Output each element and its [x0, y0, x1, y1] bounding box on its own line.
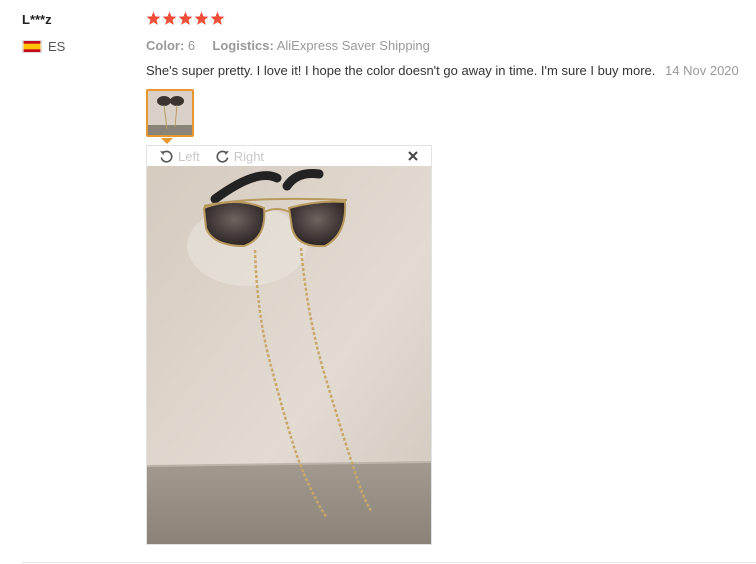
- thumbnail-image: [148, 91, 192, 135]
- star-icon: [146, 11, 161, 25]
- reviewer-name: L***z: [22, 12, 52, 27]
- country-code: ES: [48, 39, 66, 54]
- rotate-right-label: Right: [233, 148, 265, 164]
- review-date: 14 Nov 2020: [665, 63, 739, 78]
- thumbnail-pointer: [161, 138, 173, 144]
- star-icon: [210, 11, 225, 25]
- logistics-label: Logistics:: [212, 38, 274, 53]
- rotate-left-button[interactable]: Left: [158, 148, 200, 165]
- logistics-value: AliExpress Saver Shipping: [276, 38, 430, 53]
- star-icon: [162, 11, 177, 25]
- review-divider: [22, 562, 756, 563]
- color-value: 6: [187, 38, 196, 53]
- star-rating: [146, 11, 225, 26]
- rotate-right-button[interactable]: Right: [214, 148, 264, 165]
- close-icon[interactable]: [406, 148, 420, 164]
- star-icon: [178, 11, 193, 25]
- review-photo: [147, 166, 431, 544]
- rotate-left-icon: [160, 150, 173, 163]
- rotate-right-icon: [216, 150, 229, 163]
- photo-viewer: Left Right: [146, 145, 432, 545]
- rotate-left-label: Left: [178, 148, 200, 164]
- color-label: Color:: [146, 38, 185, 53]
- review-meta: Color: 6 Logistics: AliExpress Saver Shi…: [146, 38, 430, 53]
- star-icon: [194, 11, 209, 25]
- review-body: She's super pretty. I love it! I hope th…: [146, 63, 739, 78]
- spain-flag-icon: [22, 40, 42, 53]
- review-photo-thumbnail[interactable]: [146, 89, 194, 137]
- reviewer-country: ES: [22, 39, 65, 54]
- viewer-toolbar: Left Right: [147, 146, 431, 166]
- review-text: She's super pretty. I love it! I hope th…: [146, 63, 656, 78]
